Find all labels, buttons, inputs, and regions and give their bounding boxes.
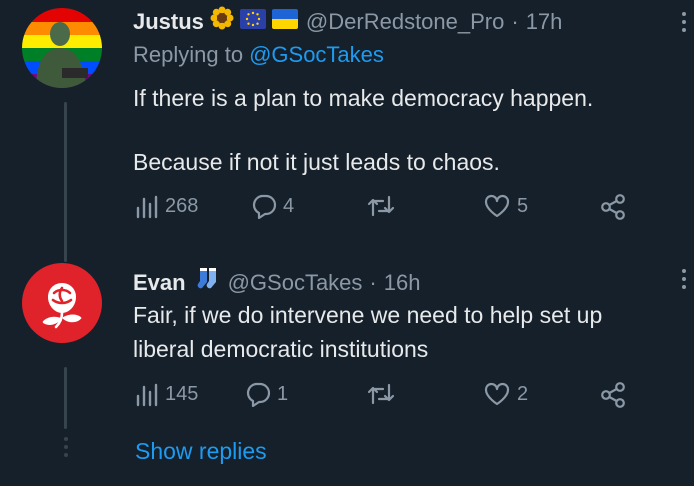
timestamp[interactable]: 17h (526, 8, 563, 36)
heart-icon (484, 194, 510, 218)
socks-icon (196, 266, 220, 299)
show-replies-link[interactable]: Show replies (135, 438, 267, 465)
display-name[interactable]: Justus (133, 8, 204, 36)
avatar[interactable] (22, 8, 102, 88)
more-options-icon[interactable] (681, 269, 687, 293)
timestamp[interactable]: 16h (384, 269, 421, 297)
retweet-icon (367, 195, 395, 217)
ukraine-flag-icon (271, 8, 298, 36)
thread-line (64, 367, 67, 429)
tweet-justus[interactable]: Justus @DerRedstone_Pro · 17h Replying t… (0, 0, 694, 262)
more-options-icon[interactable] (681, 12, 687, 36)
reply-count: 4 (283, 194, 295, 217)
share-button[interactable] (599, 381, 627, 409)
tweet-header: Justus @DerRedstone_Pro · 17h (133, 6, 562, 37)
tweet-text-line-2: Because if not it just leads to chaos. (133, 149, 500, 175)
handle[interactable]: @GSocTakes (228, 269, 363, 297)
reply-icon (246, 382, 271, 407)
share-icon (601, 382, 625, 408)
tweet-header: Evan @GSocTakes · 16h (133, 266, 420, 299)
like-button[interactable]: 2 (483, 381, 528, 407)
share-button[interactable] (599, 193, 627, 221)
replying-to-handle[interactable]: @GSocTakes (249, 41, 384, 69)
reply-button[interactable]: 4 (251, 193, 294, 219)
like-count: 2 (517, 382, 529, 405)
tweet-text-line-2: liberal democratic institutions (133, 336, 429, 362)
reply-count: 1 (277, 382, 289, 405)
reply-button[interactable]: 1 (245, 381, 288, 407)
reply-icon (252, 194, 277, 219)
display-name[interactable]: Evan (133, 269, 186, 297)
avatar[interactable] (22, 263, 102, 343)
separator: · (369, 269, 377, 295)
heart-icon (484, 382, 510, 406)
like-button[interactable]: 5 (483, 193, 528, 219)
replying-to: Replying to @GSocTakes (133, 41, 384, 69)
sunflower-icon (210, 6, 234, 37)
views-button[interactable]: 145 (133, 381, 198, 407)
tweet-text-line-1: Fair, if we do intervene we need to help… (133, 302, 603, 328)
share-icon (601, 194, 625, 220)
separator: · (511, 8, 519, 34)
views-icon (136, 383, 158, 407)
retweet-icon (367, 383, 395, 405)
tweet-evan[interactable]: Evan @GSocTakes · 16h Fair, if we do int… (0, 255, 694, 430)
action-bar: 145 1 2 (133, 381, 633, 415)
thread-line (64, 102, 67, 262)
handle[interactable]: @DerRedstone_Pro (306, 8, 504, 36)
views-count: 145 (165, 382, 199, 405)
views-count: 268 (165, 194, 199, 217)
tweet-text-line-1: If there is a plan to make democracy hap… (133, 85, 594, 111)
replying-prefix: Replying to (133, 42, 244, 67)
avatar-image (22, 8, 102, 88)
views-button[interactable]: 268 (133, 193, 198, 219)
views-icon (136, 195, 158, 219)
rose-icon (42, 283, 82, 329)
like-count: 5 (517, 194, 529, 217)
retweet-button[interactable] (367, 381, 395, 407)
thread-continuation-dots (64, 437, 68, 461)
action-bar: 268 4 5 (133, 193, 633, 227)
retweet-button[interactable] (367, 193, 395, 219)
eu-flag-icon (239, 8, 266, 36)
